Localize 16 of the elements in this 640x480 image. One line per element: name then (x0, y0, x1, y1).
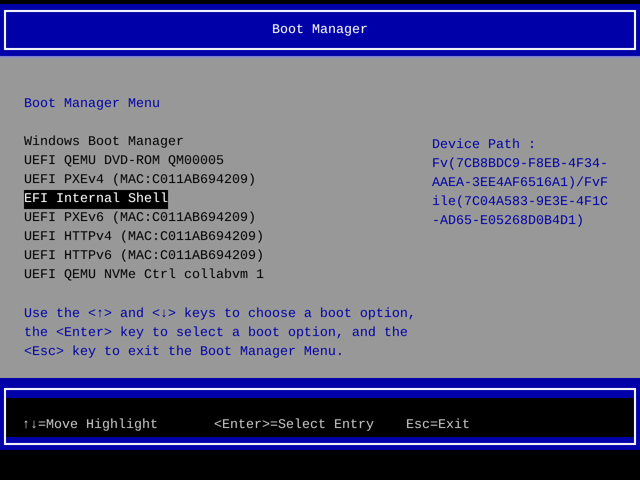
key-hint: Esc=Exit (406, 417, 471, 435)
key-hint: <Enter>=Select Entry (214, 417, 375, 435)
boot-option[interactable]: EFI Internal Shell (24, 190, 168, 209)
boot-option[interactable]: Windows Boot Manager (24, 133, 184, 152)
window-title: Boot Manager (4, 10, 636, 50)
boot-option[interactable]: UEFI PXEv4 (MAC:C011AB694209) (24, 171, 256, 190)
boot-option[interactable]: UEFI HTTPv4 (MAC:C011AB694209) (24, 228, 264, 247)
help-text: Use the <↑> and <↓> keys to choose a boot option, the <Enter> key to select a boot option, and the <Esc> key to exit the Boot Manager Menu. (24, 306, 417, 362)
key-hint: ↑↓=Move Highlight (22, 417, 159, 435)
device-path-label: Device Path : (432, 137, 536, 155)
menu-title: Boot Manager Menu (24, 96, 161, 114)
boot-option[interactable]: UEFI HTTPv6 (MAC:C011AB694209) (24, 247, 264, 266)
boot-option[interactable]: UEFI QEMU DVD-ROM QM00005 (24, 152, 224, 171)
boot-option[interactable]: UEFI PXEv6 (MAC:C011AB694209) (24, 209, 256, 228)
device-path-value: Fv(7CB8BDC9-F8EB-4F34- AAEA-3EE4AF6516A1)/FvF ile(7C04A583-9E3E-4F1C -AD65-E05268D0B4D1) (432, 156, 608, 231)
boot-option[interactable]: UEFI QEMU NVMe Ctrl collabvm 1 (24, 266, 264, 285)
